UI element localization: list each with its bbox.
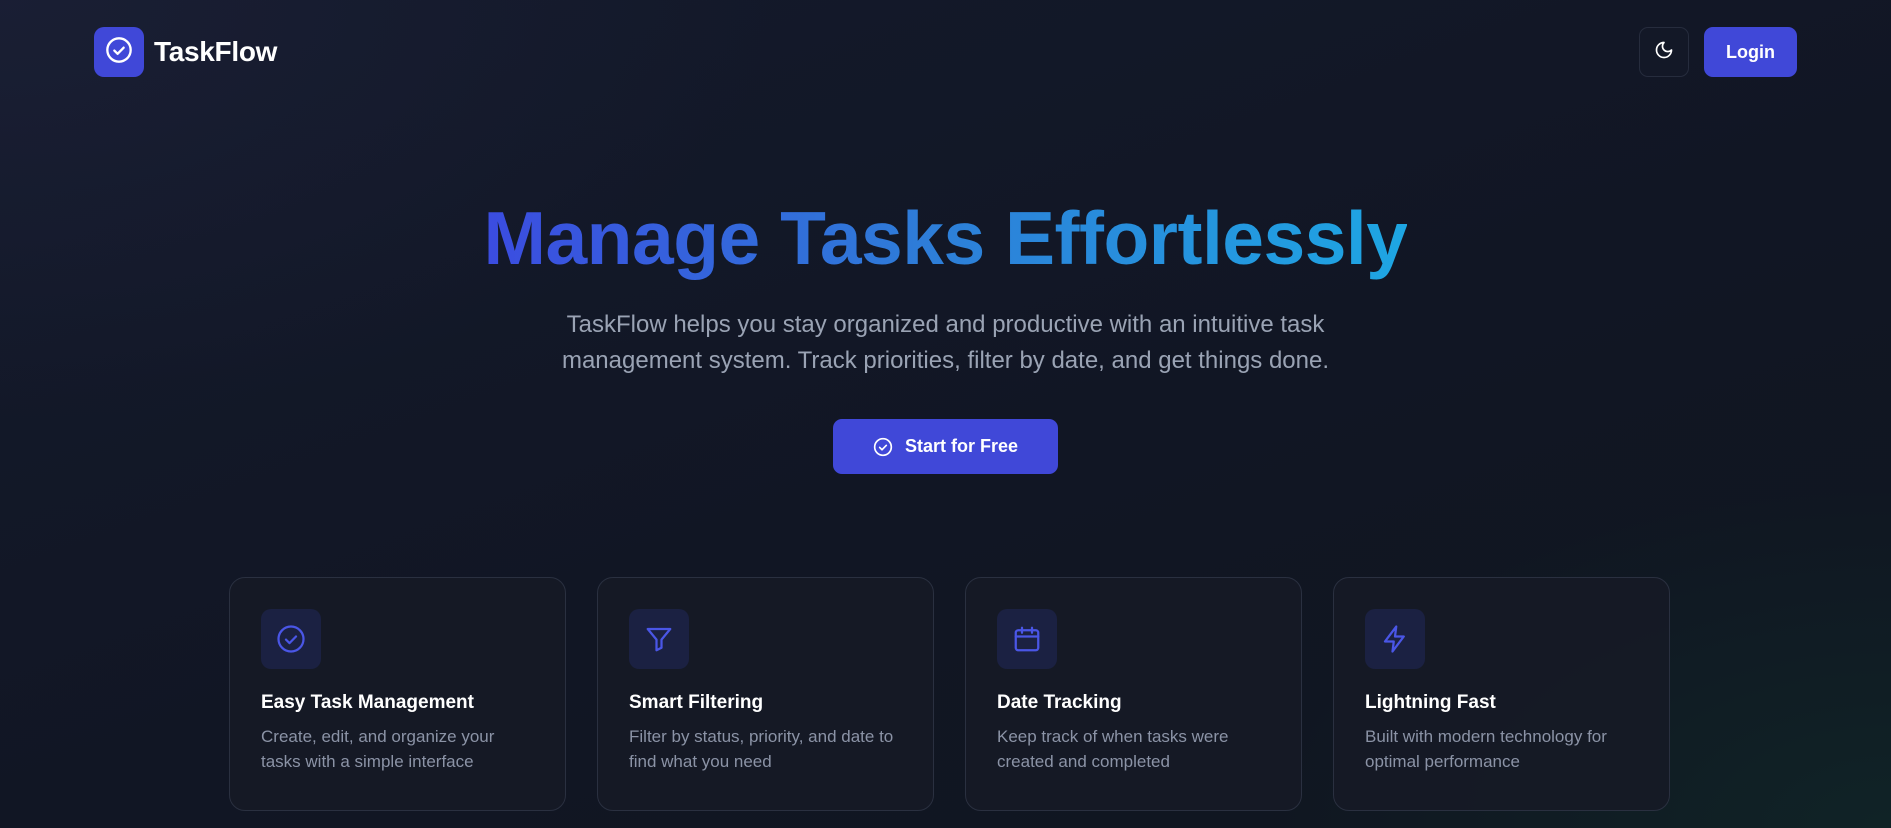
feature-title: Lightning Fast <box>1365 692 1496 713</box>
hero-section: Manage Tasks Effortlessly TaskFlow helps… <box>0 200 1891 474</box>
check-circle-icon <box>276 624 306 654</box>
feature-card-task-management: Easy Task Management Create, edit, and o… <box>229 577 566 811</box>
filter-icon <box>644 624 674 654</box>
calendar-icon <box>1012 624 1042 654</box>
feature-description: Keep track of when tasks were created an… <box>997 727 1229 771</box>
feature-icon-container <box>997 609 1057 669</box>
feature-description: Built with modern technology for optimal… <box>1365 727 1607 771</box>
check-circle-icon <box>105 36 133 69</box>
top-navbar: TaskFlow Login <box>94 27 1797 77</box>
feature-card-lightning-fast: Lightning Fast Built with modern technol… <box>1333 577 1670 811</box>
hero-title: Manage Tasks Effortlessly <box>483 200 1408 280</box>
feature-icon-container <box>1365 609 1425 669</box>
feature-title: Date Tracking <box>997 692 1122 713</box>
features-grid: Easy Task Management Create, edit, and o… <box>229 577 1670 811</box>
brand-logo <box>94 27 144 77</box>
feature-icon-container <box>261 609 321 669</box>
feature-icon-container <box>629 609 689 669</box>
feature-card-smart-filtering: Smart Filtering Filter by status, priori… <box>597 577 934 811</box>
feature-description: Create, edit, and organize your tasks wi… <box>261 727 495 771</box>
start-for-free-button[interactable]: Start for Free <box>832 419 1059 474</box>
feature-title: Easy Task Management <box>261 692 474 713</box>
cta-label: Start for Free <box>904 436 1019 456</box>
brand-name: TaskFlow <box>154 36 278 67</box>
theme-toggle-button[interactable] <box>1639 27 1690 77</box>
brand[interactable]: TaskFlow <box>94 27 277 77</box>
feature-card-date-tracking: Date Tracking Keep track of when tasks w… <box>965 577 1302 811</box>
check-circle-icon <box>873 437 893 457</box>
login-button[interactable]: Login <box>1704 27 1797 77</box>
feature-description: Filter by status, priority, and date to … <box>629 727 894 771</box>
feature-title: Smart Filtering <box>629 692 764 713</box>
header-actions: Login <box>1639 27 1797 77</box>
hero-subtitle: TaskFlow helps you stay organized and pr… <box>561 311 1330 374</box>
moon-icon <box>1654 40 1674 65</box>
lightning-icon <box>1380 624 1410 654</box>
